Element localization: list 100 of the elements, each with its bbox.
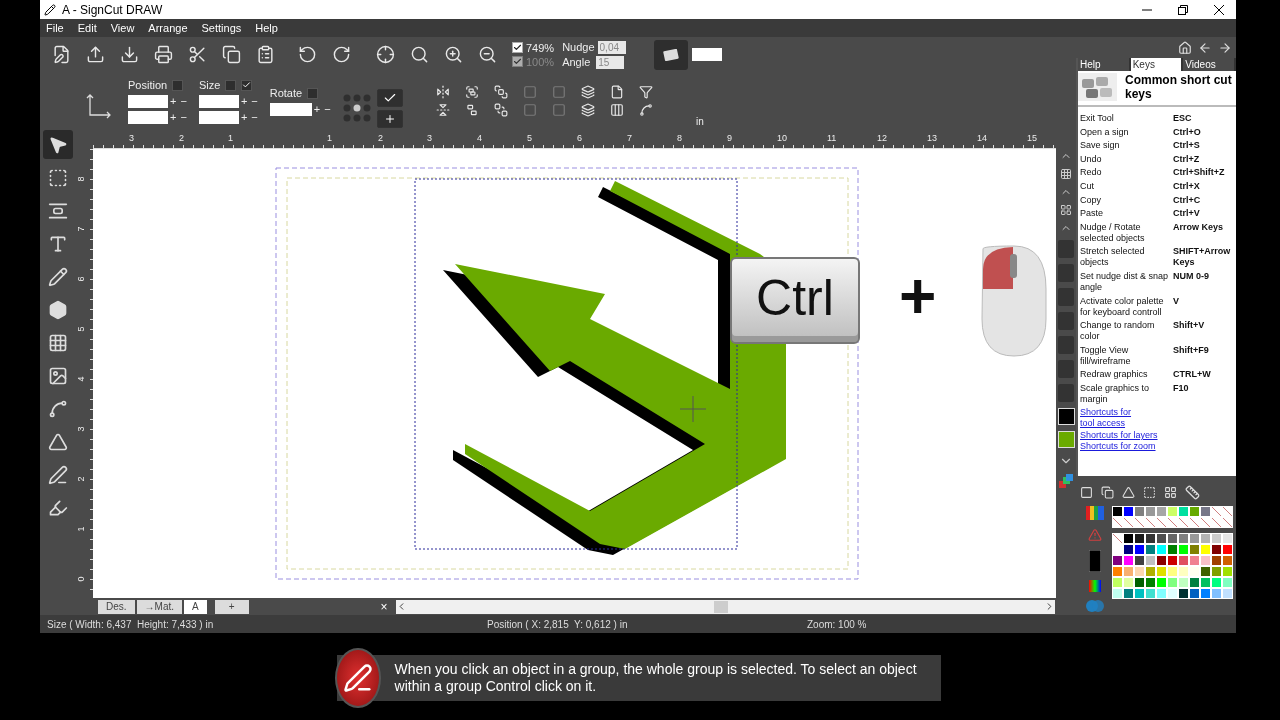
shortcut-keys: Ctrl+Z (1173, 153, 1236, 165)
window-title: A - SignCut DRAW (62, 2, 163, 17)
increase-button[interactable]: + (311, 103, 323, 116)
increase-button[interactable]: + (168, 111, 179, 124)
ruler-number: 2 (378, 133, 383, 143)
shortcut-keys: Ctrl+V (1173, 208, 1236, 220)
shortcut-keys: Ctrl+Shift+Z (1173, 167, 1236, 179)
shortcut-action: Scale graphics to margin (1080, 382, 1151, 405)
shortcut-action: Cut (1080, 180, 1095, 192)
angle-label: Angle (562, 56, 591, 68)
shortcut-action: Change to random color (1080, 320, 1156, 343)
shortcut-action: Save sign (1080, 140, 1121, 152)
ruler-number: 2 (179, 133, 184, 143)
help-link[interactable]: Shortcuts for layers (1078, 429, 1236, 442)
shortcut-action: Redraw graphics (1080, 369, 1149, 381)
shortcut-action: Activate color palette for keyboard controll (1080, 295, 1165, 318)
ruler-number: 1 (75, 526, 86, 532)
keyboard-key: Ctrl (730, 257, 860, 344)
shortcut-keys: Shift+V (1173, 320, 1236, 343)
shortcut-action: Set nudge dist & snap angle (1080, 270, 1170, 293)
caption-text: When you click an object in a group, the whole group is selected. To select an object within a group Control click on it. (394, 661, 918, 695)
shortcut-keys: SHIFT+Arrow Keys (1173, 246, 1236, 269)
ruler-number: 5 (527, 133, 532, 143)
menu-item[interactable]: File (46, 22, 64, 34)
size-status: Size ( Width: 6,437 Height: 7,433 ) in (47, 618, 215, 630)
increase-button[interactable]: + (238, 111, 250, 124)
ruler-number: 0 (75, 576, 86, 582)
ruler-number: 2 (75, 476, 86, 482)
canvas[interactable]: Ctrl + (93, 149, 1056, 598)
ruler-number: 10 (777, 133, 787, 143)
decrease-button[interactable]: − (178, 95, 189, 108)
ruler-number: 8 (75, 176, 86, 182)
field-label: Rotate (269, 87, 303, 99)
ruler-number: 4 (75, 376, 86, 382)
plus-sign: + (899, 264, 937, 328)
shortcut-action: Nudge / Rotate selected objects (1080, 221, 1146, 244)
ruler-number: 1 (228, 133, 233, 143)
help-tab[interactable]: Keys (1130, 58, 1184, 71)
shortcut-keys: F10 (1173, 382, 1236, 405)
ruler-number: 6 (75, 276, 86, 282)
nudge-label: Nudge (562, 41, 595, 53)
shortcut-keys: ESC (1173, 113, 1236, 124)
help-tab[interactable]: Help (1078, 58, 1131, 71)
ruler-number: 7 (627, 133, 632, 143)
menu-item[interactable]: Settings (201, 22, 242, 34)
ruler-number: 3 (75, 426, 86, 432)
help-title: Common short cut keys (1125, 73, 1233, 101)
unit-label: in (696, 116, 704, 127)
shortcut-action: Copy (1080, 194, 1102, 206)
decrease-button[interactable]: − (249, 111, 260, 124)
help-link[interactable]: Shortcuts for tool access (1078, 406, 1148, 430)
document-tab[interactable]: →Mat. (136, 599, 182, 614)
shortcut-keys: CTRL+W (1173, 369, 1236, 381)
shortcut-keys: Ctrl+S (1173, 140, 1236, 152)
ruler-number: 13 (927, 133, 937, 143)
zoom-label: 100% (526, 55, 555, 68)
ruler-number: 1 (327, 133, 332, 143)
ruler-number: 9 (727, 133, 732, 143)
shortcut-keys: Ctrl+O (1173, 126, 1236, 138)
ruler-number: 14 (977, 133, 987, 143)
add-tab-button[interactable]: + (214, 599, 249, 614)
ruler-number: 15 (1027, 133, 1037, 143)
ruler-number: 12 (877, 133, 887, 143)
zoom-label: 749% (526, 41, 555, 54)
shortcut-keys: Shift+F9 (1173, 344, 1236, 367)
decrease-button[interactable]: − (249, 95, 260, 108)
shortcut-action: Redo (1080, 167, 1103, 179)
increase-button[interactable]: + (168, 95, 179, 108)
shortcut-action: Toggle View fill/wireframe (1080, 344, 1132, 367)
ruler-number: 3 (129, 133, 134, 143)
decrease-button[interactable]: − (178, 111, 189, 124)
shortcut-action: Paste (1080, 208, 1104, 220)
shortcut-keys: V (1173, 295, 1236, 318)
ruler-number: 8 (677, 133, 682, 143)
position-status: Position ( X: 2,815 Y: 0,612 ) in (487, 618, 629, 630)
document-tab[interactable]: Des. (98, 599, 135, 614)
menu-item[interactable]: Arrange (148, 22, 188, 34)
close-tab-button[interactable]: × (380, 599, 388, 614)
decrease-button[interactable]: − (322, 103, 333, 116)
ruler-number: 11 (827, 133, 837, 143)
document-tab[interactable]: A (184, 599, 207, 614)
shortcut-action: Open a sign (1080, 126, 1130, 138)
ruler-number: 5 (75, 326, 86, 332)
shortcut-action: Undo (1080, 153, 1103, 165)
menu-item[interactable]: Edit (77, 22, 97, 34)
shortcut-action: Exit Tool (1080, 113, 1115, 124)
shortcut-keys: NUM 0-9 (1173, 270, 1236, 293)
ruler-number: 7 (75, 226, 86, 232)
field-label: Position (128, 79, 168, 91)
field-label: Size (198, 79, 221, 91)
menu-item[interactable]: View (110, 22, 135, 34)
shortcut-action: Stretch selected objects (1080, 246, 1146, 269)
ruler-number: 6 (577, 133, 582, 143)
increase-button[interactable]: + (238, 95, 250, 108)
shortcut-keys: Ctrl+C (1173, 194, 1236, 206)
help-link[interactable]: Shortcuts for zoom (1078, 441, 1236, 453)
help-tab[interactable]: Videos (1183, 58, 1236, 71)
shortcut-keys: Ctrl+X (1173, 180, 1236, 192)
menu-item[interactable]: Help (255, 22, 278, 34)
shortcut-keys: Arrow Keys (1173, 221, 1236, 244)
